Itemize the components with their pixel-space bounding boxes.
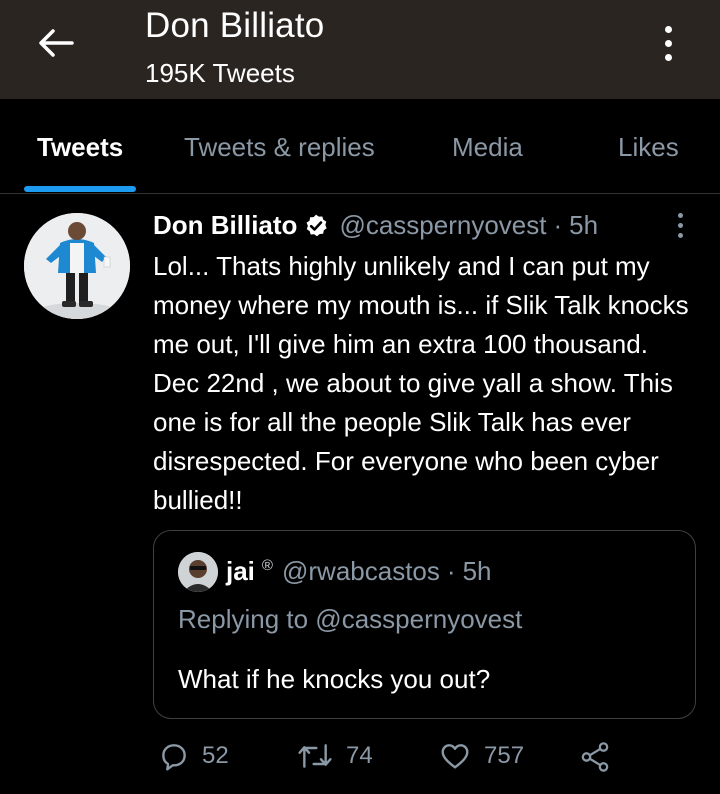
replying-to[interactable]: Replying to @casspernyovest bbox=[178, 604, 522, 635]
reply-icon bbox=[162, 744, 186, 771]
quoted-tweet-time[interactable]: 5h bbox=[463, 556, 492, 587]
more-options-button[interactable] bbox=[648, 20, 688, 66]
like-button[interactable]: 757 bbox=[438, 740, 524, 772]
separator-dot: · bbox=[553, 210, 563, 240]
profile-tabs: Tweets Tweets & replies Media Likes bbox=[0, 99, 720, 194]
tab-media[interactable]: Media bbox=[452, 132, 523, 163]
more-vertical-icon bbox=[677, 212, 683, 218]
avatar-photo bbox=[24, 213, 130, 319]
author-handle[interactable]: @casspernyovest bbox=[339, 210, 546, 241]
tab-tweets-and-replies[interactable]: Tweets & replies bbox=[184, 132, 375, 163]
registered-badge: ® bbox=[261, 557, 273, 574]
profile-header: Don Billiato 195K Tweets bbox=[0, 0, 720, 99]
tweet-actions: 52 74 757 bbox=[0, 740, 720, 784]
more-vertical-icon bbox=[664, 25, 672, 33]
active-tab-indicator bbox=[24, 186, 136, 192]
tweet-count: 195K Tweets bbox=[145, 58, 295, 88]
separator-dot: · bbox=[446, 556, 456, 586]
retweet-count: 74 bbox=[346, 742, 373, 769]
share-icon bbox=[581, 742, 609, 772]
retweet-button[interactable]: 74 bbox=[296, 740, 373, 772]
like-count: 757 bbox=[484, 742, 525, 769]
quoted-tweet-text: What if he knocks you out? bbox=[178, 664, 491, 694]
tab-tweets[interactable]: Tweets bbox=[37, 132, 123, 163]
back-button[interactable] bbox=[30, 20, 82, 66]
author-name[interactable]: Don Billiato bbox=[153, 210, 297, 241]
tweet-header: Don Billiato @casspernyovest · 5h bbox=[153, 210, 598, 241]
reply-count: 52 bbox=[202, 742, 229, 769]
quoted-avatar-photo bbox=[178, 552, 218, 592]
quoted-author-name[interactable]: jai bbox=[226, 556, 255, 587]
back-arrow-icon bbox=[39, 29, 74, 57]
avatar[interactable] bbox=[24, 213, 130, 319]
profile-title: Don Billiato bbox=[145, 6, 325, 45]
tweet-text: Lol... Thats highly unlikely and I can p… bbox=[153, 251, 689, 515]
quoted-author-handle[interactable]: @rwabcastos bbox=[282, 556, 440, 587]
reply-button[interactable]: 52 bbox=[158, 740, 229, 772]
tweet-more-button[interactable] bbox=[670, 210, 690, 240]
quoted-avatar[interactable] bbox=[178, 552, 218, 592]
share-button[interactable] bbox=[578, 740, 612, 774]
verified-badge-icon bbox=[303, 213, 329, 239]
quoted-tweet[interactable]: jai ® @rwabcastos · 5h Replying to @cass… bbox=[153, 530, 696, 719]
tab-likes[interactable]: Likes bbox=[618, 132, 679, 163]
quoted-header: jai ® @rwabcastos · 5h bbox=[226, 556, 491, 587]
retweet-icon bbox=[298, 744, 332, 768]
like-icon bbox=[441, 744, 469, 769]
tweet-time[interactable]: 5h bbox=[569, 210, 598, 241]
